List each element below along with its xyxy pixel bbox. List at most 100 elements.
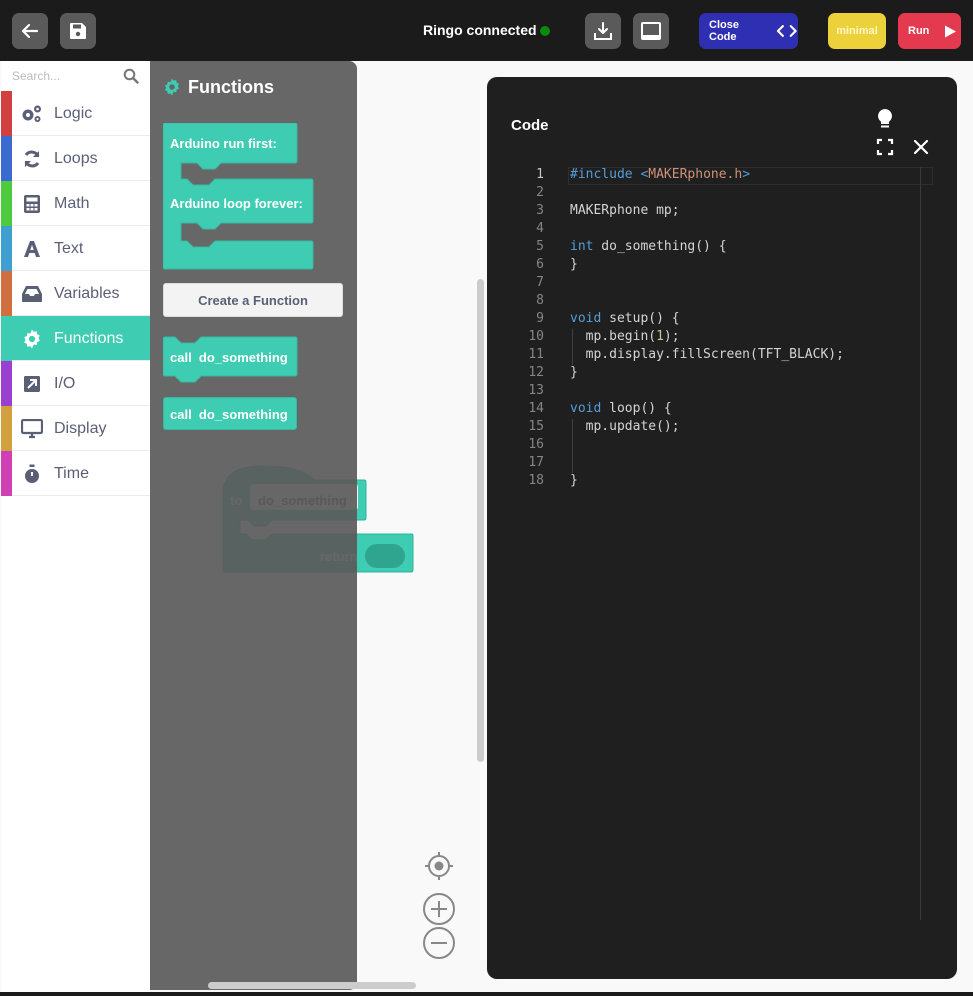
line-number: 2	[536, 185, 544, 200]
category-label: Time	[54, 465, 89, 482]
code-line: 17	[500, 454, 933, 472]
connection-status: Ringo connected	[423, 22, 537, 38]
category-color-bar	[1, 181, 12, 226]
line-number: 16	[528, 437, 544, 452]
category-color-bar	[1, 271, 12, 316]
line-number: 12	[528, 365, 544, 380]
console-panel-icon	[641, 22, 661, 40]
app: Ringo connected Close Code minimal Run t…	[0, 0, 973, 996]
code-line: 18}	[500, 472, 933, 490]
line-number: 11	[528, 347, 544, 362]
line-content: mp.begin(1);	[570, 329, 680, 344]
line-number: 14	[528, 401, 544, 416]
category-color-bar	[1, 226, 12, 271]
download-icon	[594, 22, 612, 40]
category-label: Logic	[54, 105, 93, 122]
line-number: 17	[528, 455, 544, 470]
category-label: Variables	[54, 285, 120, 302]
code-line: 7	[500, 274, 933, 292]
minimal-label: minimal	[836, 25, 878, 37]
close-code-button[interactable]: Close Code	[699, 13, 798, 49]
top-bar: Ringo connected Close Code minimal Run	[0, 0, 973, 61]
line-number: 7	[536, 275, 544, 290]
calculator-icon	[21, 193, 43, 215]
category-color-bar	[1, 406, 12, 451]
toolbox-category-display[interactable]: Display	[1, 406, 150, 451]
close-icon[interactable]	[912, 138, 930, 156]
play-icon	[945, 25, 957, 37]
code-line: 5 int do_something() {	[500, 238, 933, 256]
external-link-icon	[21, 373, 43, 395]
lightbulb-icon[interactable]	[876, 108, 894, 130]
back-button[interactable]	[12, 13, 48, 49]
code-line: 6}	[500, 256, 933, 274]
toolbox-category-logic[interactable]: Logic	[1, 91, 150, 136]
run-label: Run	[908, 25, 930, 37]
gear-icon	[21, 328, 43, 350]
category-label: Text	[54, 240, 84, 257]
line-content: int do_something() {	[570, 239, 727, 254]
download-button[interactable]	[585, 13, 621, 49]
font-icon	[21, 238, 43, 260]
console-toggle-button[interactable]	[633, 13, 669, 49]
category-color-bar	[1, 316, 12, 361]
arrow-left-icon	[21, 23, 39, 39]
toolbox-category-time[interactable]: Time	[1, 451, 150, 496]
create-function-button[interactable]: Create a Function	[163, 283, 343, 317]
toolbox-category-math[interactable]: Math	[1, 181, 150, 226]
fullscreen-icon[interactable]	[876, 138, 894, 156]
code-editor[interactable]: 1 #include <MAKERphone.h> 2 3 MAKERphone mp;…	[500, 166, 933, 922]
code-line: 14 void loop() {	[500, 400, 933, 418]
sync-icon	[21, 148, 43, 170]
workspace-horizontal-scrollbar[interactable]	[208, 982, 416, 989]
line-number: 1	[536, 167, 544, 182]
zoom-out-button[interactable]	[422, 926, 456, 960]
toolbox-category-text[interactable]: Text	[1, 226, 150, 271]
workspace-vertical-scrollbar[interactable]	[477, 279, 484, 762]
line-number: 9	[536, 311, 544, 326]
line-number: 18	[528, 473, 544, 488]
line-number: 15	[528, 419, 544, 434]
call-function-value-block[interactable]: call do_something	[163, 397, 297, 430]
zoom-out-icon	[423, 927, 455, 959]
code-line: 2	[500, 184, 933, 202]
code-line: 16	[500, 436, 933, 454]
search-icon[interactable]	[123, 68, 139, 84]
loop-forever-label: Arduino loop forever:	[170, 196, 303, 211]
toolbox-category-loops[interactable]: Loops	[1, 136, 150, 181]
category-label: Display	[54, 420, 107, 437]
toolbox-category-variables[interactable]: Variables	[1, 271, 150, 316]
recenter-button[interactable]	[423, 850, 455, 882]
category-color-bar	[1, 136, 12, 181]
zoom-in-button[interactable]	[422, 892, 456, 926]
code-panel-title: Code	[511, 117, 549, 134]
call-value-label: call do_something	[170, 407, 288, 422]
search-input[interactable]	[12, 67, 117, 85]
save-button[interactable]	[60, 13, 96, 49]
create-function-label: Create a Function	[198, 292, 308, 308]
category-color-bar	[1, 361, 12, 406]
category-color-bar	[1, 91, 12, 136]
line-content: }	[570, 473, 578, 488]
code-line: 4	[500, 220, 933, 238]
code-line: 3 MAKERphone mp;	[500, 202, 933, 220]
line-content: void loop() {	[570, 401, 672, 416]
toolbox-search	[1, 61, 150, 91]
category-color-bar	[1, 451, 12, 496]
code-line: 13	[500, 382, 933, 400]
line-content: #include <MAKERphone.h>	[570, 167, 751, 182]
code-line: 15 mp.update();	[500, 418, 933, 436]
toolbox-category-io[interactable]: I/O	[1, 361, 150, 406]
category-label: Math	[54, 195, 90, 212]
code-line: 12}	[500, 364, 933, 382]
minimal-mode-button[interactable]: minimal	[828, 13, 886, 49]
line-number: 13	[528, 383, 544, 398]
toolbox-sidebar: Logic Loops Math Text Variables Functions I/O D…	[1, 61, 150, 992]
inbox-icon	[21, 283, 43, 305]
line-number: 8	[536, 293, 544, 308]
line-number: 6	[536, 257, 544, 272]
toolbox-category-functions[interactable]: Functions	[1, 316, 150, 361]
bottom-edge	[0, 992, 973, 996]
run-button[interactable]: Run	[898, 13, 961, 49]
connection-status-dot	[540, 26, 550, 36]
